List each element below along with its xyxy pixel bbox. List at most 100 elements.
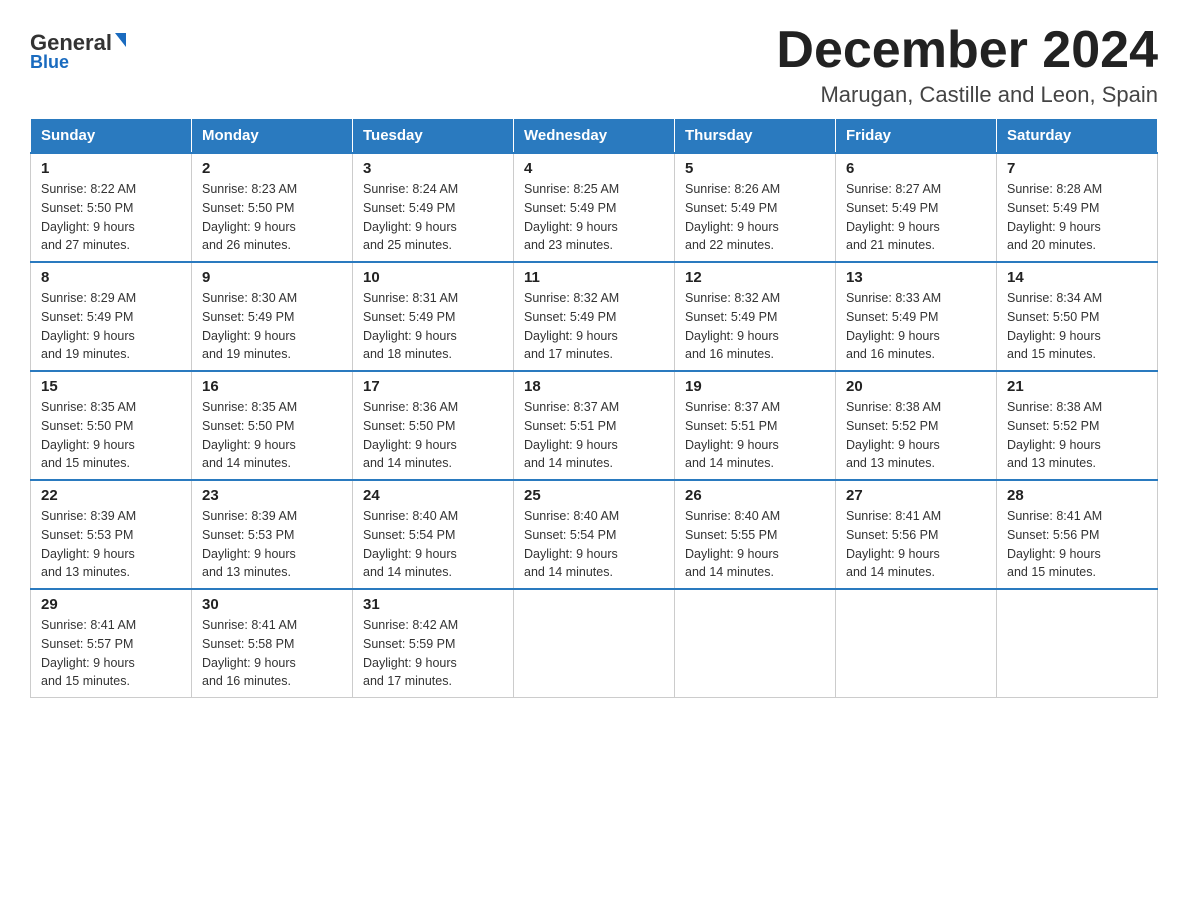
calendar-cell: 31 Sunrise: 8:42 AM Sunset: 5:59 PM Dayl…: [353, 589, 514, 698]
day-info: Sunrise: 8:24 AM Sunset: 5:49 PM Dayligh…: [363, 180, 503, 255]
calendar-cell: 14 Sunrise: 8:34 AM Sunset: 5:50 PM Dayl…: [997, 262, 1158, 371]
day-number: 9: [202, 269, 342, 286]
day-info: Sunrise: 8:39 AM Sunset: 5:53 PM Dayligh…: [202, 507, 342, 582]
calendar-cell: 11 Sunrise: 8:32 AM Sunset: 5:49 PM Dayl…: [514, 262, 675, 371]
day-number: 28: [1007, 487, 1147, 504]
calendar-week-row: 29 Sunrise: 8:41 AM Sunset: 5:57 PM Dayl…: [31, 589, 1158, 698]
day-number: 5: [685, 160, 825, 177]
day-number: 23: [202, 487, 342, 504]
logo-blue-text: Blue: [30, 52, 69, 73]
column-header-saturday: Saturday: [997, 119, 1158, 154]
calendar-cell: [675, 589, 836, 698]
column-header-thursday: Thursday: [675, 119, 836, 154]
calendar-cell: 1 Sunrise: 8:22 AM Sunset: 5:50 PM Dayli…: [31, 153, 192, 262]
calendar-cell: 8 Sunrise: 8:29 AM Sunset: 5:49 PM Dayli…: [31, 262, 192, 371]
day-number: 1: [41, 160, 181, 177]
day-info: Sunrise: 8:30 AM Sunset: 5:49 PM Dayligh…: [202, 289, 342, 364]
calendar-cell: [514, 589, 675, 698]
calendar-cell: 4 Sunrise: 8:25 AM Sunset: 5:49 PM Dayli…: [514, 153, 675, 262]
calendar-cell: 22 Sunrise: 8:39 AM Sunset: 5:53 PM Dayl…: [31, 480, 192, 589]
day-info: Sunrise: 8:39 AM Sunset: 5:53 PM Dayligh…: [41, 507, 181, 582]
day-info: Sunrise: 8:33 AM Sunset: 5:49 PM Dayligh…: [846, 289, 986, 364]
day-info: Sunrise: 8:37 AM Sunset: 5:51 PM Dayligh…: [685, 398, 825, 473]
calendar-cell: 17 Sunrise: 8:36 AM Sunset: 5:50 PM Dayl…: [353, 371, 514, 480]
calendar-cell: 2 Sunrise: 8:23 AM Sunset: 5:50 PM Dayli…: [192, 153, 353, 262]
calendar-cell: 15 Sunrise: 8:35 AM Sunset: 5:50 PM Dayl…: [31, 371, 192, 480]
calendar-title: December 2024: [776, 20, 1158, 80]
day-info: Sunrise: 8:23 AM Sunset: 5:50 PM Dayligh…: [202, 180, 342, 255]
day-number: 13: [846, 269, 986, 286]
calendar-week-row: 8 Sunrise: 8:29 AM Sunset: 5:49 PM Dayli…: [31, 262, 1158, 371]
page-header: General Blue December 2024 Marugan, Cast…: [30, 20, 1158, 108]
day-info: Sunrise: 8:41 AM Sunset: 5:56 PM Dayligh…: [846, 507, 986, 582]
day-info: Sunrise: 8:40 AM Sunset: 5:54 PM Dayligh…: [524, 507, 664, 582]
day-info: Sunrise: 8:36 AM Sunset: 5:50 PM Dayligh…: [363, 398, 503, 473]
calendar-week-row: 22 Sunrise: 8:39 AM Sunset: 5:53 PM Dayl…: [31, 480, 1158, 589]
day-number: 2: [202, 160, 342, 177]
day-info: Sunrise: 8:27 AM Sunset: 5:49 PM Dayligh…: [846, 180, 986, 255]
calendar-cell: 20 Sunrise: 8:38 AM Sunset: 5:52 PM Dayl…: [836, 371, 997, 480]
logo: General Blue: [30, 30, 126, 73]
calendar-cell: 19 Sunrise: 8:37 AM Sunset: 5:51 PM Dayl…: [675, 371, 836, 480]
calendar-cell: 28 Sunrise: 8:41 AM Sunset: 5:56 PM Dayl…: [997, 480, 1158, 589]
calendar-cell: 18 Sunrise: 8:37 AM Sunset: 5:51 PM Dayl…: [514, 371, 675, 480]
day-number: 21: [1007, 378, 1147, 395]
title-section: December 2024 Marugan, Castille and Leon…: [776, 20, 1158, 108]
day-info: Sunrise: 8:34 AM Sunset: 5:50 PM Dayligh…: [1007, 289, 1147, 364]
day-info: Sunrise: 8:32 AM Sunset: 5:49 PM Dayligh…: [524, 289, 664, 364]
calendar-table: SundayMondayTuesdayWednesdayThursdayFrid…: [30, 118, 1158, 698]
day-number: 15: [41, 378, 181, 395]
calendar-cell: 3 Sunrise: 8:24 AM Sunset: 5:49 PM Dayli…: [353, 153, 514, 262]
day-number: 14: [1007, 269, 1147, 286]
day-number: 25: [524, 487, 664, 504]
day-number: 4: [524, 160, 664, 177]
calendar-cell: 16 Sunrise: 8:35 AM Sunset: 5:50 PM Dayl…: [192, 371, 353, 480]
day-number: 17: [363, 378, 503, 395]
day-info: Sunrise: 8:25 AM Sunset: 5:49 PM Dayligh…: [524, 180, 664, 255]
day-number: 7: [1007, 160, 1147, 177]
day-info: Sunrise: 8:28 AM Sunset: 5:49 PM Dayligh…: [1007, 180, 1147, 255]
calendar-cell: 24 Sunrise: 8:40 AM Sunset: 5:54 PM Dayl…: [353, 480, 514, 589]
day-number: 20: [846, 378, 986, 395]
column-header-sunday: Sunday: [31, 119, 192, 154]
calendar-cell: 6 Sunrise: 8:27 AM Sunset: 5:49 PM Dayli…: [836, 153, 997, 262]
day-number: 29: [41, 596, 181, 613]
calendar-cell: 21 Sunrise: 8:38 AM Sunset: 5:52 PM Dayl…: [997, 371, 1158, 480]
day-number: 12: [685, 269, 825, 286]
day-number: 6: [846, 160, 986, 177]
day-number: 27: [846, 487, 986, 504]
column-header-monday: Monday: [192, 119, 353, 154]
day-info: Sunrise: 8:37 AM Sunset: 5:51 PM Dayligh…: [524, 398, 664, 473]
day-number: 30: [202, 596, 342, 613]
calendar-cell: 12 Sunrise: 8:32 AM Sunset: 5:49 PM Dayl…: [675, 262, 836, 371]
day-number: 22: [41, 487, 181, 504]
day-info: Sunrise: 8:32 AM Sunset: 5:49 PM Dayligh…: [685, 289, 825, 364]
calendar-cell: 5 Sunrise: 8:26 AM Sunset: 5:49 PM Dayli…: [675, 153, 836, 262]
calendar-cell: 29 Sunrise: 8:41 AM Sunset: 5:57 PM Dayl…: [31, 589, 192, 698]
column-header-wednesday: Wednesday: [514, 119, 675, 154]
column-header-tuesday: Tuesday: [353, 119, 514, 154]
day-info: Sunrise: 8:35 AM Sunset: 5:50 PM Dayligh…: [202, 398, 342, 473]
day-info: Sunrise: 8:22 AM Sunset: 5:50 PM Dayligh…: [41, 180, 181, 255]
calendar-subtitle: Marugan, Castille and Leon, Spain: [776, 82, 1158, 108]
day-number: 10: [363, 269, 503, 286]
calendar-cell: 26 Sunrise: 8:40 AM Sunset: 5:55 PM Dayl…: [675, 480, 836, 589]
calendar-cell: 9 Sunrise: 8:30 AM Sunset: 5:49 PM Dayli…: [192, 262, 353, 371]
day-info: Sunrise: 8:38 AM Sunset: 5:52 PM Dayligh…: [1007, 398, 1147, 473]
calendar-cell: 7 Sunrise: 8:28 AM Sunset: 5:49 PM Dayli…: [997, 153, 1158, 262]
day-number: 31: [363, 596, 503, 613]
day-info: Sunrise: 8:42 AM Sunset: 5:59 PM Dayligh…: [363, 616, 503, 691]
day-info: Sunrise: 8:31 AM Sunset: 5:49 PM Dayligh…: [363, 289, 503, 364]
day-info: Sunrise: 8:40 AM Sunset: 5:55 PM Dayligh…: [685, 507, 825, 582]
day-number: 16: [202, 378, 342, 395]
calendar-week-row: 15 Sunrise: 8:35 AM Sunset: 5:50 PM Dayl…: [31, 371, 1158, 480]
day-number: 24: [363, 487, 503, 504]
day-info: Sunrise: 8:40 AM Sunset: 5:54 PM Dayligh…: [363, 507, 503, 582]
calendar-cell: 13 Sunrise: 8:33 AM Sunset: 5:49 PM Dayl…: [836, 262, 997, 371]
calendar-header-row: SundayMondayTuesdayWednesdayThursdayFrid…: [31, 119, 1158, 154]
day-number: 18: [524, 378, 664, 395]
day-number: 19: [685, 378, 825, 395]
day-info: Sunrise: 8:29 AM Sunset: 5:49 PM Dayligh…: [41, 289, 181, 364]
calendar-cell: 27 Sunrise: 8:41 AM Sunset: 5:56 PM Dayl…: [836, 480, 997, 589]
calendar-cell: [997, 589, 1158, 698]
